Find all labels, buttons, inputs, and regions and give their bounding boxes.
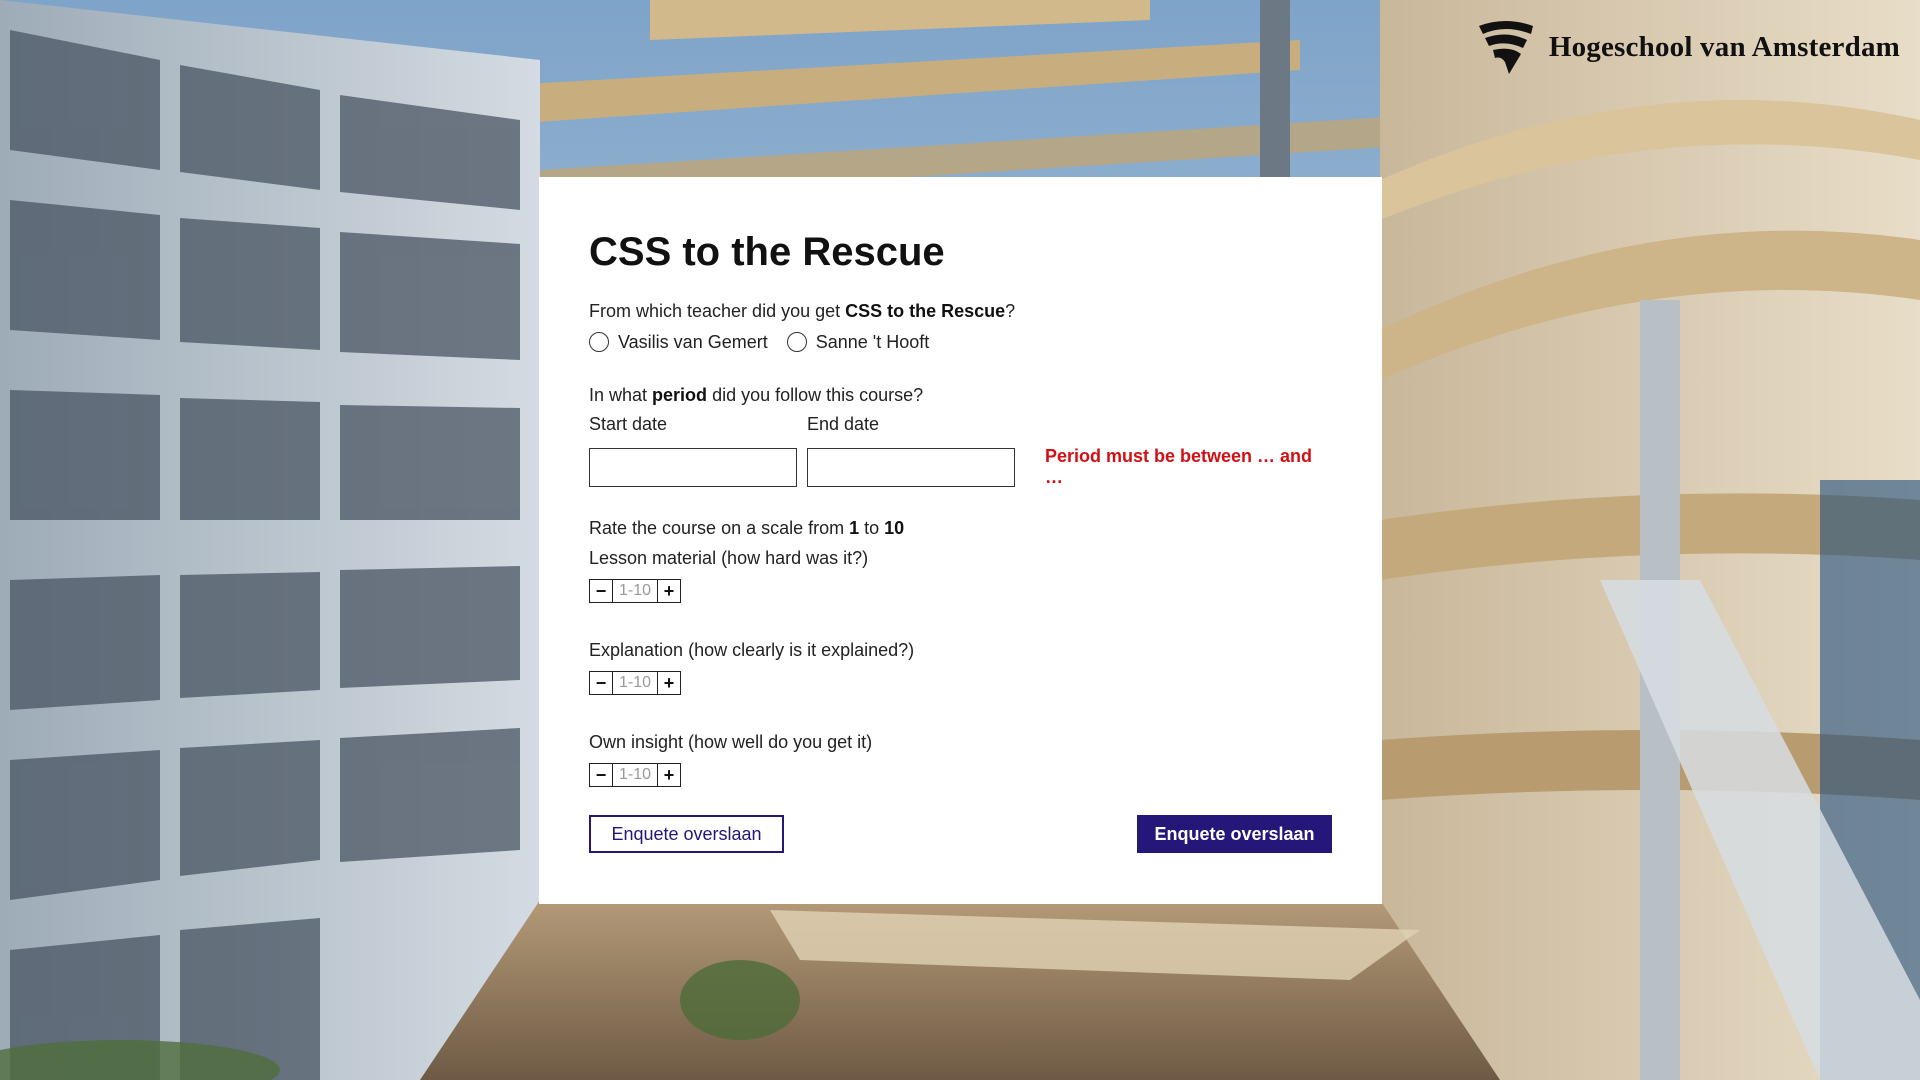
lesson-material-label: Lesson material (how hard was it?)	[589, 548, 869, 568]
logo-text: Hogeschool van Amsterdam	[1548, 30, 1900, 63]
increment-button[interactable]: +	[658, 579, 681, 603]
end-date-input[interactable]	[807, 447, 1015, 487]
decrement-button[interactable]: −	[589, 579, 612, 603]
decrement-button[interactable]: −	[589, 671, 612, 695]
increment-button[interactable]: +	[658, 763, 681, 787]
own-insight-label: Own insight (how well do you get it)	[589, 732, 873, 752]
lesson-material-stepper: − 1-10 +	[589, 579, 1332, 603]
radio-label: Sanne 't Hooft	[815, 331, 930, 352]
explanation-stepper: − 1-10 +	[589, 671, 1332, 695]
hva-logo[interactable]: Hogeschool van Amsterdam	[1475, 18, 1900, 76]
lesson-material-input[interactable]: 1-10	[612, 579, 658, 603]
decrement-button[interactable]: −	[589, 763, 612, 787]
skip-survey-primary-button[interactable]: Enquete overslaan	[1137, 815, 1332, 853]
radio-label: Vasilis van Gemert	[618, 331, 768, 352]
period-error-message: Period must be between … and …	[1045, 446, 1313, 487]
radio-button[interactable]	[786, 332, 807, 352]
explanation-label: Explanation (how clearly is it explained…	[589, 640, 915, 660]
teacher-options: Vasilis van Gemert Sanne 't Hooft	[589, 330, 1332, 354]
period-question: In what period did you follow this cours…	[589, 385, 924, 405]
end-date-label: End date	[807, 414, 880, 434]
radio-teacher-sanne[interactable]: Sanne 't Hooft	[786, 331, 930, 353]
rating-question: Rate the course on a scale from 1 to 10	[589, 518, 905, 538]
hva-logo-icon	[1478, 21, 1533, 74]
teacher-question: From which teacher did you get CSS to th…	[589, 301, 1016, 321]
own-insight-stepper: − 1-10 +	[589, 763, 1332, 787]
increment-button[interactable]: +	[658, 671, 681, 695]
own-insight-input[interactable]: 1-10	[612, 763, 658, 787]
start-date-input[interactable]	[589, 447, 797, 487]
form-title: CSS to the Rescue	[589, 230, 945, 274]
form-actions: Enquete overslaan Enquete overslaan	[589, 815, 1332, 853]
skip-survey-secondary-button[interactable]: Enquete overslaan	[589, 815, 784, 853]
radio-teacher-vasilis[interactable]: Vasilis van Gemert	[589, 332, 768, 353]
explanation-input[interactable]: 1-10	[612, 671, 658, 695]
start-date-label: Start date	[589, 414, 668, 434]
radio-button[interactable]	[589, 332, 609, 352]
survey-card: CSS to the Rescue From which teacher did…	[539, 177, 1382, 904]
